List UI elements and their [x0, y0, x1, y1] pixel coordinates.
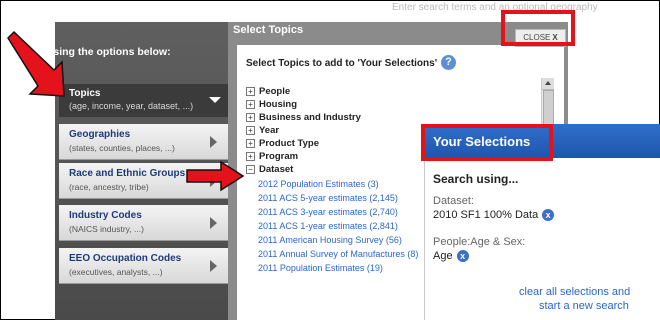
chevron-right-icon	[210, 136, 217, 148]
dataset-selection: 2010 SF1 100% Data x	[433, 209, 555, 221]
tree-item-product-type[interactable]: + Product Type	[246, 138, 319, 149]
select-topics-heading: Select Topics to add to 'Your Selections…	[246, 58, 438, 69]
chevron-down-icon	[209, 97, 221, 103]
topics-sub: (age, income, year, dataset, ...)	[69, 101, 194, 111]
tree-item-housing[interactable]: + Housing	[246, 99, 297, 110]
people-selection-label: People:Age & Sex:	[433, 236, 526, 248]
expand-icon[interactable]: +	[246, 139, 255, 148]
dataset-link[interactable]: 2011 Population Estimates (19)	[258, 263, 383, 273]
tree-item-dataset[interactable]: − Dataset	[246, 164, 293, 175]
remove-icon[interactable]: x	[456, 250, 469, 262]
tree-item-year[interactable]: + Year	[246, 125, 279, 136]
race-ethnic-sub: (race, ancestry, tribe)	[69, 182, 149, 192]
dataset-selection-value: 2010 SF1 100% Data	[433, 209, 539, 221]
tree-item-label: People	[259, 86, 291, 97]
expand-icon[interactable]: +	[246, 152, 255, 161]
tree-item-label: Year	[259, 125, 280, 136]
people-selection: Age x	[433, 250, 469, 262]
topics-button[interactable]: Topics (age, income, year, dataset, ...)	[59, 84, 231, 117]
tree-item-label: Dataset	[259, 164, 294, 175]
people-selection-value: Age	[433, 250, 453, 262]
expand-icon[interactable]: +	[246, 100, 255, 109]
geographies-sub: (states, counties, places, ...)	[69, 143, 175, 153]
dataset-link[interactable]: 2011 American Housing Survey (56)	[258, 235, 402, 245]
dataset-selection-label: Dataset:	[433, 195, 474, 207]
help-icon[interactable]: ?	[441, 55, 456, 70]
dataset-link[interactable]: 2012 Population Estimates (3)	[258, 179, 379, 189]
red-arrow-icon	[186, 160, 245, 192]
dataset-link[interactable]: 2011 ACS 5-year estimates (2,145)	[258, 193, 398, 203]
tree-item-program[interactable]: + Program	[246, 151, 298, 162]
highlight-box-your-selections	[421, 124, 553, 161]
industry-codes-sub: (NAICS industry, ...)	[69, 224, 144, 234]
dataset-link[interactable]: 2011 ACS 3-year estimates (2,740)	[258, 207, 398, 217]
scroll-up-arrow-icon[interactable]	[542, 78, 554, 90]
red-arrow-icon	[7, 30, 65, 97]
dataset-link[interactable]: 2011 Annual Survey of Manufactures (8)	[258, 249, 418, 259]
tree-item-people[interactable]: + People	[246, 86, 290, 97]
expand-icon[interactable]: +	[246, 113, 255, 122]
chevron-right-icon	[210, 217, 217, 229]
clear-selections-link[interactable]: clear all selections and	[519, 286, 630, 298]
eeo-sub: (executives, analysts, ...)	[69, 267, 163, 277]
geographies-button[interactable]: Geographies (states, counties, places, .…	[59, 124, 231, 160]
tree-item-label: Business and Industry	[259, 112, 361, 123]
chevron-right-icon	[210, 260, 217, 272]
topics-label: Topics	[69, 88, 101, 99]
industry-codes-label: Industry Codes	[69, 210, 142, 221]
expand-icon[interactable]: +	[246, 87, 255, 96]
highlight-box-close	[501, 10, 575, 46]
tree-item-label: Housing	[259, 99, 297, 110]
eeo-label: EEO Occupation Codes	[69, 253, 182, 264]
new-search-link[interactable]: start a new search	[539, 300, 629, 312]
collapse-icon[interactable]: −	[246, 165, 255, 174]
dataset-link[interactable]: 2011 ACS 1-year estimates (2,841)	[258, 221, 398, 231]
industry-codes-button[interactable]: Industry Codes (NAICS industry, ...)	[59, 205, 231, 241]
race-ethnic-label: Race and Ethnic Groups	[69, 168, 186, 179]
search-using-heading: Search using...	[433, 172, 519, 186]
select-topics-title: Select Topics	[233, 24, 304, 36]
eeo-occupation-codes-button[interactable]: EEO Occupation Codes (executives, analys…	[59, 248, 231, 284]
remove-icon[interactable]: x	[542, 209, 555, 221]
tree-item-label: Product Type	[259, 138, 319, 149]
expand-icon[interactable]: +	[246, 126, 255, 135]
geographies-label: Geographies	[69, 129, 131, 140]
tree-item-label: Program	[259, 151, 299, 162]
tree-item-business-industry[interactable]: + Business and Industry	[246, 112, 361, 123]
